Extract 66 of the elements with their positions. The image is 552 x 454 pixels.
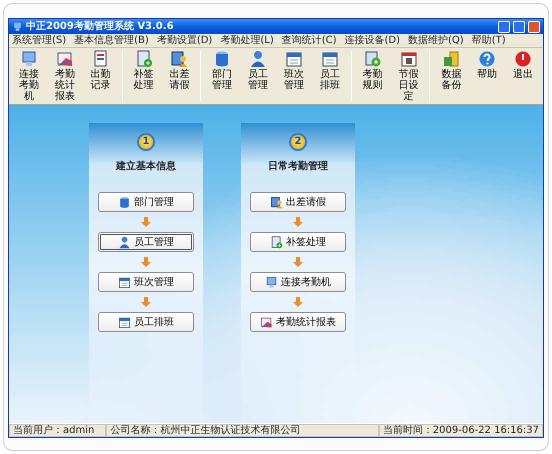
person-icon [118,236,131,248]
close-button[interactable] [528,20,540,32]
menu-item[interactable]: 基本信息管理(B) [74,34,149,46]
arrow-icon [293,217,303,227]
calendar-icon [320,50,339,68]
menu-item[interactable]: 连接设备(D) [344,34,400,46]
toolbar-button[interactable]: 员工排班 [312,50,348,91]
calendar-icon [118,276,131,288]
toolbar-button[interactable]: 连接考勤机 [11,50,47,102]
minimize-button[interactable] [498,20,510,32]
calendar-icon [284,50,303,68]
menu-item[interactable]: 查询统计(C) [282,34,337,46]
toolbar-button[interactable]: 部门管理 [204,50,240,91]
toolbar-button[interactable]: 考勤统计报表 [46,50,83,102]
toolbar-button[interactable]: 出差请假 [161,50,198,91]
panel-title: 日常考勤管理 [268,160,328,174]
toolbar-button[interactable]: 数据备份 [433,50,470,91]
step-button[interactable]: 员工管理 [98,232,194,252]
step-number: 1 [137,133,155,151]
arrow-icon [141,297,151,307]
power-icon [514,50,532,68]
restore-button[interactable] [513,20,525,32]
arrow-icon [293,257,303,267]
menu-item[interactable]: 帮助(T) [472,34,506,46]
window-title: 中正2009考勤管理系统 V3.0.6 [26,20,175,32]
document-icon [134,50,152,68]
toolbar-button[interactable]: 帮助 [469,50,506,80]
arrow-icon [141,217,151,227]
toolbar-button[interactable]: 补签处理 [126,50,162,91]
toolbar-button[interactable]: 班次管理 [276,50,312,91]
calendar-icon [118,316,131,328]
toolbar-button[interactable]: 考勤规则 [354,50,391,91]
menu-item[interactable]: 数据维护(Q) [408,34,464,46]
step-button[interactable]: 出差请假 [250,192,346,212]
menu-item[interactable]: 考勤处理(L) [220,34,274,46]
toolbar-button[interactable]: 退出 [505,50,542,80]
step-number: 2 [289,133,307,151]
cylinder-icon [118,196,131,208]
menu-item[interactable]: 系统管理(S) [12,34,66,46]
arrow-icon [141,257,151,267]
chart-icon [260,316,273,328]
step-button[interactable]: 部门管理 [98,192,194,212]
calendar-icon [400,50,418,68]
menu-item[interactable]: 考勤设置(D) [156,34,212,46]
status-text: 当前用户：admin [9,424,106,437]
monitor-icon [265,276,278,288]
step-button[interactable]: 连接考勤机 [250,272,346,292]
step-button[interactable]: 班次管理 [98,272,194,292]
document-icon [270,236,283,248]
monitor-icon [20,50,38,68]
arrow-icon [293,297,303,307]
step-button[interactable]: 考勤统计报表 [250,312,346,332]
status-text: 当前时间：2009-06-22 16:16:37 [378,424,543,437]
toolbar-button[interactable]: 节假日设定 [390,50,426,102]
person-icon [170,50,188,68]
person-icon [270,196,283,208]
monitor-icon [12,21,23,32]
step-button[interactable]: 员工排班 [98,312,194,332]
panel-title: 建立基本信息 [116,159,176,174]
person-icon [249,50,268,68]
chart-icon [56,50,74,68]
toolbar-button[interactable]: 出勤记录 [82,50,119,91]
help-icon [478,50,496,68]
status-text: 公司名称：杭州中正生物认证技术有限公司 [106,424,379,437]
toolbar-button[interactable]: 员工管理 [240,50,276,91]
step-button[interactable]: 补签处理 [250,232,346,252]
